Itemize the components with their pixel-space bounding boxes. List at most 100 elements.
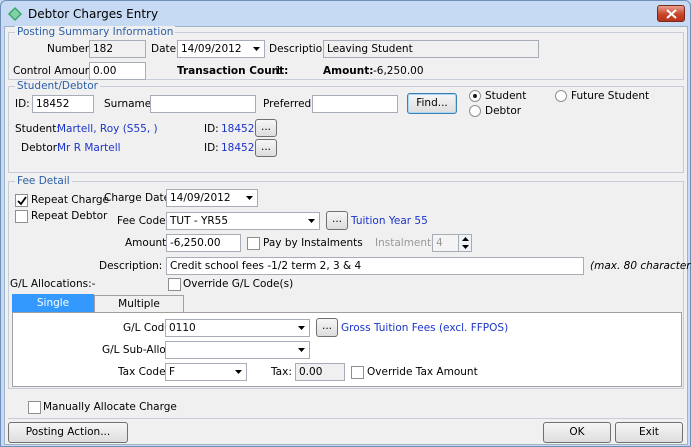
control-amount-label: Control Amount: <box>13 65 100 77</box>
repeat-charge-label: Repeat Charge <box>31 194 109 206</box>
find-button[interactable]: Find... <box>407 93 457 114</box>
footer-divider <box>8 418 684 419</box>
fee-detail-legend: Fee Detail <box>15 175 72 187</box>
chevron-down-icon <box>308 219 315 223</box>
surname-field[interactable] <box>150 95 256 113</box>
pay-instalments-checkbox[interactable] <box>247 237 260 250</box>
id-label: ID: <box>15 98 30 110</box>
preferred-field[interactable] <box>312 95 398 113</box>
charge-date-dropdown-button[interactable] <box>242 190 257 206</box>
tax-field[interactable]: 0.00 <box>295 363 345 381</box>
tab-single-allocation[interactable]: Single Allocation <box>12 294 94 326</box>
manual-allocate-label: Manually Allocate Charge <box>43 401 177 413</box>
date-label: Date: <box>151 43 180 55</box>
date-dropdown-button[interactable] <box>249 41 264 57</box>
amount-field[interactable]: -6,250.00 <box>166 234 241 252</box>
charge-date-label: Charge Date: <box>104 192 174 204</box>
gl-sub-alloc-field[interactable] <box>165 341 310 359</box>
student-label: Student: <box>15 123 60 135</box>
ok-label: OK <box>569 426 585 438</box>
chevron-down-icon <box>253 47 260 51</box>
student-lookup-button[interactable]: ... <box>255 119 277 137</box>
tab-multiple-allocations[interactable]: Multiple Allocations <box>94 295 184 327</box>
debtor-name: Mr R Martell <box>57 142 121 154</box>
amount-label: Amount: <box>125 237 170 249</box>
student-id-label: ID: <box>204 123 219 135</box>
chevron-down-icon <box>298 348 305 352</box>
repeat-debtor-checkbox[interactable] <box>15 210 28 223</box>
single-allocation-panel: G/L Code: 0110 ... Gross Tuition Fees (e… <box>12 312 682 387</box>
tax-code-dropdown-button[interactable] <box>231 364 246 380</box>
gl-code-lookup-button[interactable]: ... <box>316 318 338 337</box>
transaction-count-label: Transaction Count: <box>177 65 289 77</box>
instalments-field[interactable]: 4 <box>432 234 472 252</box>
instalments-value: 4 <box>436 237 443 249</box>
description-field[interactable]: Leaving Student <box>323 40 539 58</box>
chevron-down-icon <box>246 196 253 200</box>
dialog-body: Posting Summary Information Number: 182 … <box>4 26 691 445</box>
pay-instalments-label: Pay by Instalments <box>263 237 363 249</box>
radio-student-label: Student <box>485 90 527 102</box>
radio-debtor-label: Debtor <box>485 105 522 117</box>
override-tax-checkbox[interactable] <box>351 366 364 379</box>
debtor-id-label: ID: <box>204 142 219 154</box>
posting-summary-legend: Posting Summary Information <box>15 26 176 38</box>
override-tax-label: Override Tax Amount <box>367 366 478 378</box>
tax-code-label: Tax Code: <box>118 366 170 378</box>
fee-code-dropdown-button[interactable] <box>304 213 319 229</box>
debtor-lookup-label: ... <box>260 141 271 153</box>
amount-value: -6,250.00 <box>373 65 424 77</box>
radio-future-student[interactable] <box>555 90 567 102</box>
student-debtor-group: Student/Debtor ID: 18452 Surname: Prefer… <box>8 80 684 173</box>
manual-allocate-checkbox[interactable] <box>28 401 41 414</box>
posting-action-button[interactable]: Posting Action... <box>8 422 128 443</box>
number-label: Number: <box>47 43 93 55</box>
charge-date-value: 14/09/2012 <box>170 192 231 204</box>
fee-code-lookup-button[interactable]: ... <box>326 211 348 230</box>
gl-code-lookup-label: ... <box>321 320 332 332</box>
fee-code-description: Tuition Year 55 <box>351 215 428 227</box>
fee-code-lookup-label: ... <box>331 213 342 225</box>
tax-code-field[interactable]: F <box>165 363 247 381</box>
exit-button[interactable]: Exit <box>615 422 683 443</box>
id-field[interactable]: 18452 <box>32 95 94 113</box>
control-amount-field[interactable]: 0.00 <box>89 62 146 80</box>
fee-code-label: Fee Code: <box>117 215 170 227</box>
fee-code-field[interactable]: TUT - YR55 <box>166 212 320 230</box>
close-button[interactable] <box>657 5 685 22</box>
repeat-charge-checkbox[interactable] <box>15 194 28 207</box>
radio-debtor[interactable] <box>469 105 481 117</box>
fee-code-value: TUT - YR55 <box>170 215 229 227</box>
close-icon <box>666 9 677 19</box>
posting-summary-group: Posting Summary Information Number: 182 … <box>8 26 684 80</box>
instalments-label: Instalments: <box>375 237 441 249</box>
debtor-id-value: 18452 <box>221 142 255 154</box>
instalments-spinner[interactable] <box>458 235 471 251</box>
gl-sub-alloc-dropdown-button[interactable] <box>294 342 309 358</box>
number-field[interactable]: 182 <box>89 40 146 58</box>
gl-code-dropdown-button[interactable] <box>294 320 309 336</box>
student-lookup-label: ... <box>260 121 271 133</box>
spin-down-icon <box>462 245 469 249</box>
gl-code-value: 0110 <box>169 322 196 334</box>
date-field[interactable]: 14/09/2012 <box>177 40 265 58</box>
radio-student[interactable] <box>469 90 481 102</box>
fee-description-field[interactable]: Credit school fees -1/2 term 2, 3 & 4 <box>166 257 584 275</box>
gl-code-field[interactable]: 0110 <box>165 319 310 337</box>
app-icon <box>8 7 22 21</box>
student-id-value: 18452 <box>221 123 255 135</box>
gl-allocations-label: G/L Allocations:- <box>10 278 96 290</box>
charge-date-field[interactable]: 14/09/2012 <box>166 189 258 207</box>
student-debtor-legend: Student/Debtor <box>15 80 100 92</box>
fee-description-label: Description: <box>99 260 163 272</box>
exit-label: Exit <box>639 426 659 438</box>
student-name: Martell, Roy (S55, ) <box>57 123 158 135</box>
override-gl-checkbox[interactable] <box>168 278 181 291</box>
title-bar[interactable]: Debtor Charges Entry <box>1 1 690 27</box>
override-gl-label: Override G/L Code(s) <box>183 278 294 290</box>
spin-up-icon <box>462 237 469 241</box>
find-button-label: Find... <box>416 97 448 109</box>
tax-label: Tax: <box>271 366 292 378</box>
debtor-lookup-button[interactable]: ... <box>255 139 277 157</box>
ok-button[interactable]: OK <box>543 422 611 443</box>
